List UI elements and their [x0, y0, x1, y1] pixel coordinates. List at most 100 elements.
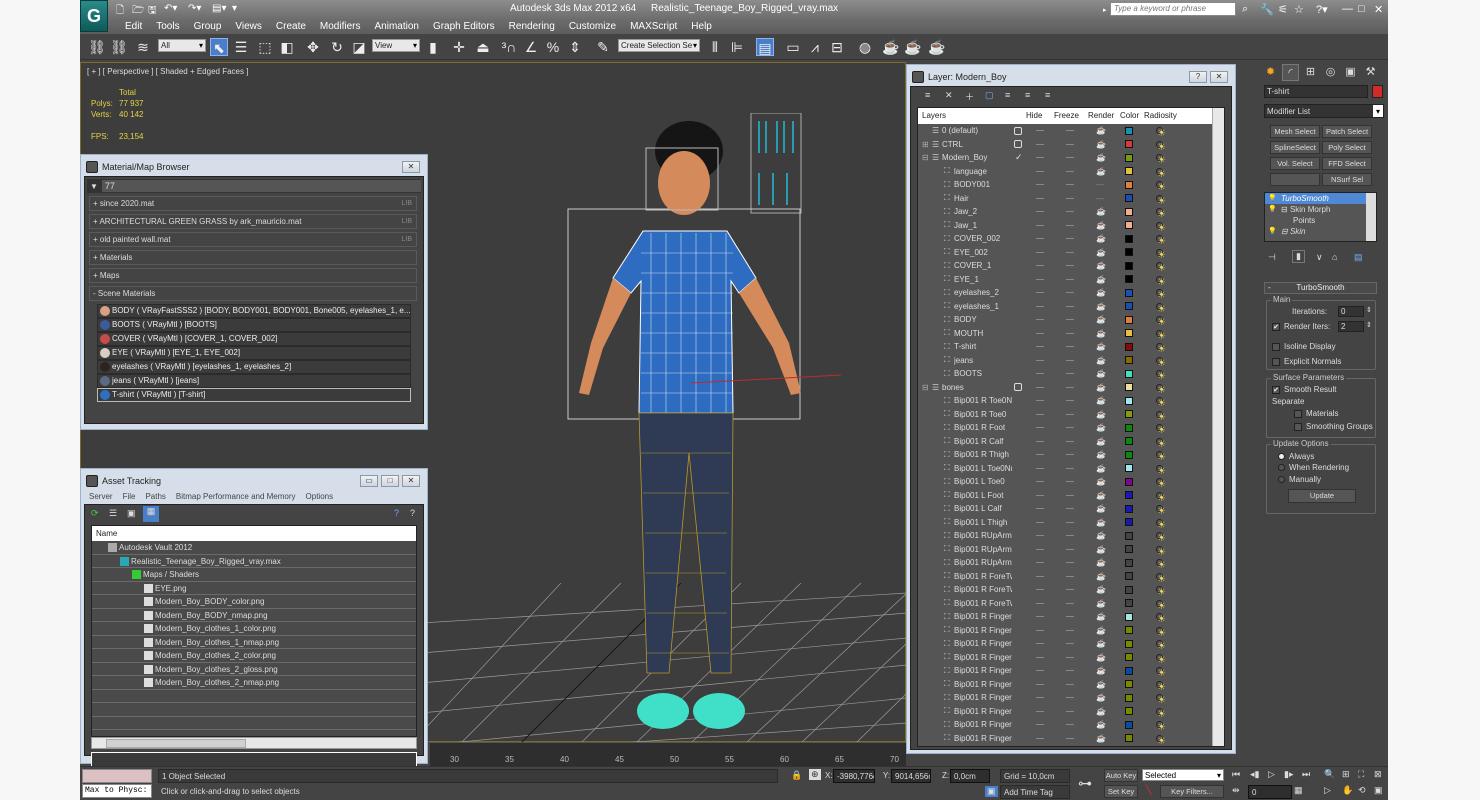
menu-views[interactable]: Views: [228, 19, 269, 34]
layer-name[interactable]: Jaw_2: [954, 207, 1012, 216]
hide-toggle[interactable]: [1036, 643, 1044, 645]
next-frame-icon[interactable]: ▮▸: [1284, 769, 1293, 780]
layer-name[interactable]: Bip001 R Finger3: [954, 693, 1012, 702]
render-toggle-icon[interactable]: ☕: [1096, 396, 1106, 405]
render-toggle-icon[interactable]: ☕: [1096, 666, 1106, 675]
layer-name[interactable]: Bip001 L Toe0: [954, 477, 1012, 486]
layer-color-swatch[interactable]: [1125, 126, 1133, 135]
smooth-result-checkbox[interactable]: ✔ Smooth Result: [1272, 385, 1336, 394]
radiosity-toggle-icon[interactable]: ☀: [1156, 532, 1166, 544]
render-toggle-icon[interactable]: ☕: [1096, 153, 1106, 162]
layer-name[interactable]: MOUTH: [954, 329, 1012, 338]
freeze-toggle[interactable]: [1066, 683, 1074, 685]
layer-name[interactable]: COVER_002: [954, 234, 1012, 243]
freeze-toggle[interactable]: [1066, 481, 1074, 483]
asset-row[interactable]: Modern_Boy_clothes_2_color.png: [92, 649, 416, 663]
quick-access-dropdown-icon[interactable]: ▾: [232, 3, 237, 14]
freeze-toggle[interactable]: [1066, 629, 1074, 631]
time-tag-icon[interactable]: ▣: [985, 786, 998, 797]
render-toggle-icon[interactable]: ☕: [1096, 558, 1106, 567]
object-row[interactable]: ⛶ Bip001 L Thigh ☕ ☀: [918, 516, 1224, 531]
menu-graph-editors[interactable]: Graph Editors: [426, 19, 502, 34]
object-row[interactable]: ⛶ EYE_002 ☕ ☀: [918, 246, 1224, 261]
expand-toggle-icon[interactable]: ⊟: [922, 153, 929, 162]
object-row[interactable]: ⛶ language ☕ ☀: [918, 165, 1224, 180]
layer-name[interactable]: Bip001 L Calf: [954, 504, 1012, 513]
radiosity-toggle-icon[interactable]: ☀: [1156, 316, 1166, 328]
object-color-swatch[interactable]: [1372, 85, 1383, 98]
layer-color-swatch[interactable]: [1125, 437, 1133, 446]
render-toggle-icon[interactable]: ☕: [1096, 369, 1106, 378]
layer-color-swatch[interactable]: [1125, 315, 1133, 324]
freeze-toggle[interactable]: [1066, 467, 1074, 469]
radiosity-toggle-icon[interactable]: ☀: [1156, 154, 1166, 166]
communication-center-icon[interactable]: ⚟: [1278, 3, 1288, 16]
layer-color-swatch[interactable]: [1125, 167, 1133, 176]
layer-color-swatch[interactable]: [1125, 707, 1133, 716]
when-rendering-radio[interactable]: When Rendering: [1278, 463, 1349, 472]
hide-toggle[interactable]: [1036, 346, 1044, 348]
new-file-icon[interactable]: 🗋: [116, 3, 124, 20]
absolute-transform-icon[interactable]: ⊕: [809, 769, 821, 780]
menu-maxscript[interactable]: MAXScript: [623, 19, 684, 34]
render-iters-spinner[interactable]: 2: [1338, 321, 1364, 332]
radiosity-toggle-icon[interactable]: ☀: [1156, 343, 1166, 355]
layer-color-swatch[interactable]: [1125, 504, 1133, 513]
freeze-toggle[interactable]: [1066, 278, 1074, 280]
asset-row[interactable]: Maps / Shaders: [92, 568, 416, 582]
auto-key-button[interactable]: Auto Key: [1104, 769, 1138, 782]
expand-toggle-icon[interactable]: ⊟: [1281, 205, 1290, 214]
object-row[interactable]: ⛶ Bip001 RUpArmT ☕ ☀: [918, 529, 1224, 545]
layer-color-swatch[interactable]: [1125, 302, 1133, 311]
freeze-toggle[interactable]: [1066, 265, 1074, 267]
hide-unhide-all-icon[interactable]: ≡: [1025, 90, 1030, 100]
z-coordinate-input[interactable]: 0,0cm: [950, 769, 990, 783]
select-objects-in-layer-icon[interactable]: ▢: [985, 90, 994, 101]
name-column-header[interactable]: Name: [92, 526, 416, 541]
radiosity-toggle-icon[interactable]: ☀: [1156, 721, 1166, 733]
render-toggle-icon[interactable]: ☕: [1096, 693, 1106, 702]
hide-toggle[interactable]: [1036, 130, 1044, 132]
open-file-icon[interactable]: 🗁: [132, 3, 144, 20]
show-end-result-icon[interactable]: ▮: [1292, 250, 1305, 263]
layer-row[interactable]: ⊞ ☰ CTRL ☕ ☀: [918, 138, 1224, 153]
freeze-toggle[interactable]: [1066, 562, 1074, 564]
material-library-group[interactable]: + Maps: [89, 268, 417, 283]
create-tab-icon[interactable]: ✹: [1262, 64, 1279, 81]
menu-animation[interactable]: Animation: [367, 19, 425, 34]
layer-name[interactable]: EYE_002: [954, 248, 1012, 257]
save-file-icon[interactable]: 🖫: [148, 3, 157, 20]
render-toggle-icon[interactable]: ☕: [1096, 329, 1106, 338]
display-tab-icon[interactable]: ▣: [1342, 64, 1359, 81]
previous-frame-icon[interactable]: ◂▮: [1250, 769, 1259, 780]
layer-color-swatch[interactable]: [1125, 585, 1133, 594]
render-toggle-icon[interactable]: ☕: [1096, 734, 1106, 743]
object-row[interactable]: ⛶ Bip001 R Finger3 ☕ ☀: [918, 678, 1224, 693]
layer-name[interactable]: jeans: [954, 356, 1012, 365]
layer-name[interactable]: Bip001 R Finger4: [954, 612, 1012, 621]
object-row[interactable]: ⛶ BODY ☕ ☀: [918, 313, 1224, 329]
close-button[interactable]: ✕: [402, 475, 420, 487]
set-key-button[interactable]: Set Key: [1104, 785, 1138, 798]
maxscript-listener-output[interactable]: [82, 769, 152, 783]
scene-material-item[interactable]: COVER ( VRayMtl ) [COVER_1, COVER_002]: [97, 332, 411, 346]
object-row[interactable]: ⛶ Bip001 R Foot ☕ ☀: [918, 421, 1224, 437]
object-row[interactable]: ⛶ BODY001 — ☀: [918, 178, 1224, 194]
radiosity-toggle-icon[interactable]: ☀: [1156, 262, 1166, 274]
menu-bitmap-performance[interactable]: Bitmap Performance and Memory: [171, 490, 301, 504]
radiosity-toggle-icon[interactable]: ☀: [1156, 208, 1166, 220]
render-toggle-icon[interactable]: ☕: [1096, 464, 1106, 473]
key-mode-dropdown[interactable]: Selected ▾: [1142, 769, 1224, 781]
hide-toggle[interactable]: [1036, 454, 1044, 456]
curve-editor-icon[interactable]: ⩘: [806, 38, 824, 56]
layer-name[interactable]: eyelashes_2: [954, 288, 1012, 297]
render-toggle-icon[interactable]: ☕: [1096, 572, 1106, 581]
freeze-toggle[interactable]: [1066, 346, 1074, 348]
layer-color-swatch[interactable]: [1125, 423, 1133, 432]
hide-toggle[interactable]: [1036, 575, 1044, 577]
layer-name[interactable]: Bip001 R Finger2: [954, 734, 1012, 743]
render-toggle-icon[interactable]: ☕: [1096, 410, 1106, 419]
asset-row[interactable]: Autodesk Vault 2012: [92, 541, 416, 555]
hide-toggle[interactable]: [1036, 467, 1044, 469]
set-key-mode-icon[interactable]: ⊶: [1078, 775, 1092, 792]
